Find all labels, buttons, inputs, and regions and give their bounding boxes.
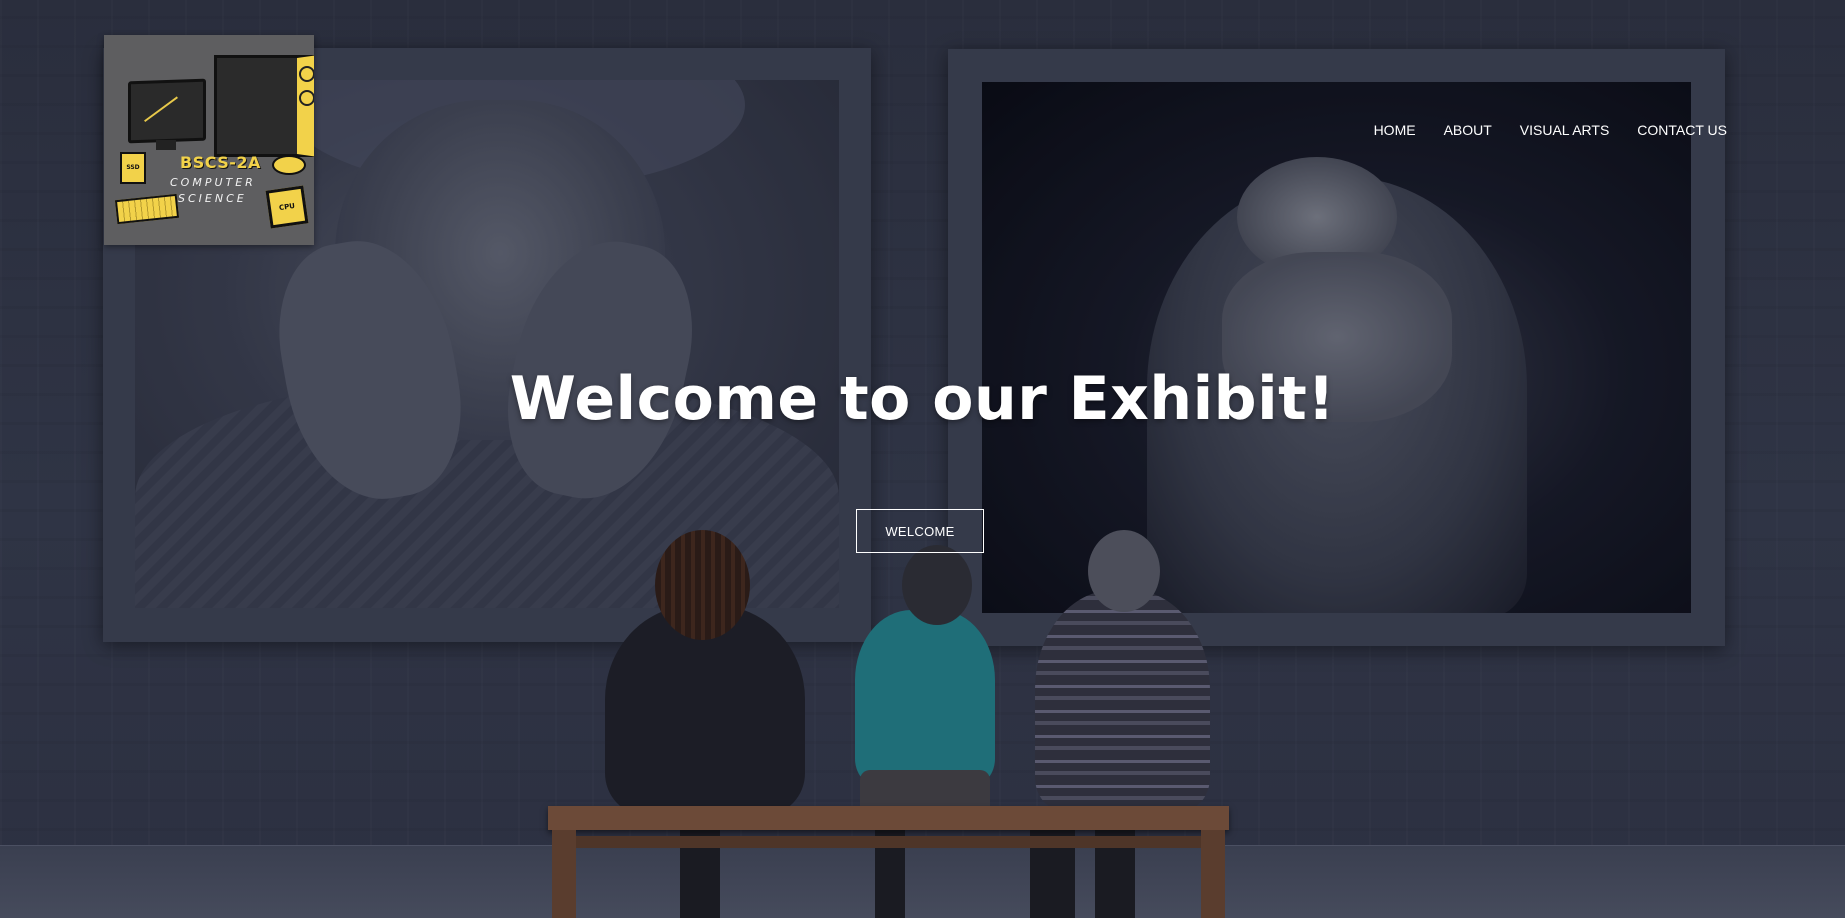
site-logo[interactable]: SSD CPU BSCS-2A COMPUTER SCIENCE xyxy=(104,35,314,245)
mouse-icon xyxy=(272,155,306,175)
pc-tower-icon xyxy=(214,55,314,157)
logo-title: BSCS-2A xyxy=(180,153,261,172)
visitor-right-body xyxy=(1035,590,1210,810)
artwork-photo-hooded-person xyxy=(982,82,1691,613)
monitor-icon xyxy=(128,78,206,144)
nav-link-about[interactable]: ABOUT xyxy=(1444,122,1492,138)
bench-rail xyxy=(576,836,1201,848)
gallery-floor xyxy=(0,845,1845,918)
visitor-middle-head xyxy=(902,545,972,625)
visitor-right-head xyxy=(1088,530,1160,612)
bench-seat xyxy=(548,806,1229,830)
nav-link-visual-arts[interactable]: VISUAL ARTS xyxy=(1520,122,1609,138)
logo-subtitle-line1: COMPUTER xyxy=(170,176,256,189)
main-navigation: HOME ABOUT VISUAL ARTS CONTACT US xyxy=(1346,122,1727,138)
welcome-button[interactable]: WELCOME xyxy=(856,509,984,553)
ssd-icon: SSD xyxy=(120,152,146,184)
bench-leg-left xyxy=(552,830,576,918)
visitor-middle-body xyxy=(855,610,995,785)
bench-leg-right xyxy=(1201,830,1225,918)
visitor-left-head xyxy=(655,530,750,640)
hero-title: Welcome to our Exhibit! xyxy=(509,364,1336,434)
cpu-icon: CPU xyxy=(265,185,309,229)
logo-subtitle-line2: SCIENCE xyxy=(178,192,247,205)
nav-link-contact-us[interactable]: CONTACT US xyxy=(1637,122,1727,138)
nav-link-home[interactable]: HOME xyxy=(1374,122,1416,138)
keyboard-icon xyxy=(114,193,180,225)
